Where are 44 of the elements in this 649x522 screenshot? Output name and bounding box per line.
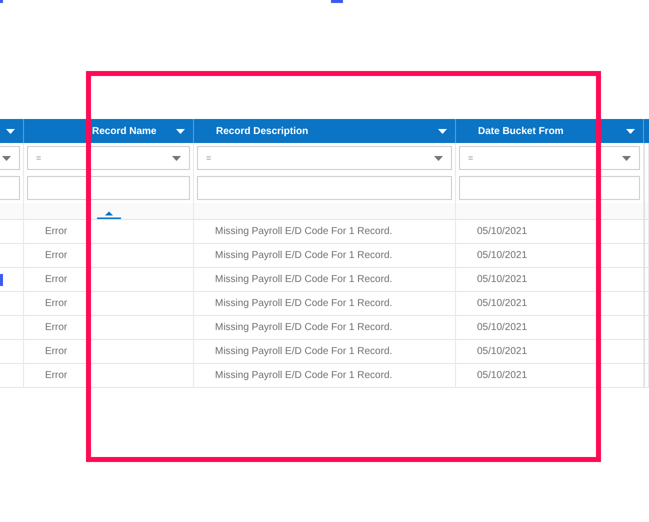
table-cell: Missing Payroll E/D Code For 1 Record. bbox=[194, 244, 456, 268]
edge-mark bbox=[331, 0, 343, 3]
caret-icon[interactable] bbox=[172, 156, 181, 160]
filter-dropdown[interactable] bbox=[0, 146, 20, 170]
table-cell: Missing Payroll E/D Code For 1 Record. bbox=[194, 364, 456, 388]
table-cell: 05/10/2021 bbox=[456, 244, 644, 268]
table-cell: 05/10/2021 bbox=[456, 316, 644, 340]
table-cell: Missing Payroll E/D Code For 1 Record. bbox=[194, 292, 456, 316]
column-header[interactable] bbox=[0, 119, 24, 143]
table-cell: Error bbox=[24, 340, 194, 364]
column-header[interactable]: Record Name bbox=[24, 119, 194, 143]
filter-input[interactable] bbox=[0, 176, 20, 200]
caret-icon[interactable] bbox=[6, 128, 15, 134]
corner-mark bbox=[0, 0, 3, 3]
table-cell: 05/10/2021 bbox=[456, 340, 644, 364]
table-cell: Error bbox=[24, 292, 194, 316]
table-cell: 05/10/2021 bbox=[456, 268, 644, 292]
filter-dropdown[interactable]: = bbox=[459, 146, 640, 170]
table-cell: Error bbox=[24, 268, 194, 292]
table-cell: Missing Payroll E/D Code For 1 Record. bbox=[194, 316, 456, 340]
table-cell: 05/10/2021 bbox=[456, 220, 644, 244]
caret-icon[interactable] bbox=[438, 128, 447, 134]
table-cell: Error bbox=[24, 364, 194, 388]
caret-icon[interactable] bbox=[434, 156, 443, 160]
table-cell: Error bbox=[24, 220, 194, 244]
table-cell: Error bbox=[24, 244, 194, 268]
sort-cell[interactable] bbox=[194, 203, 456, 220]
table-cell: 05/10/2021 bbox=[456, 364, 644, 388]
sort-cell[interactable] bbox=[24, 203, 194, 220]
caret-icon[interactable] bbox=[2, 156, 11, 160]
table-cell: Error bbox=[24, 316, 194, 340]
sort-ascending-icon[interactable] bbox=[96, 211, 120, 219]
sort-cell[interactable] bbox=[456, 203, 644, 220]
table-cell: Missing Payroll E/D Code For 1 Record. bbox=[194, 340, 456, 364]
column-header[interactable]: Record Description bbox=[194, 119, 456, 143]
column-header[interactable]: Date Bucket From bbox=[456, 119, 644, 143]
table-cell: 05/10/2021 bbox=[456, 292, 644, 316]
caret-icon[interactable] bbox=[622, 156, 631, 160]
caret-icon[interactable] bbox=[176, 128, 185, 134]
filter-dropdown[interactable]: = bbox=[27, 146, 190, 170]
table-cell: Missing Payroll E/D Code For 1 Record. bbox=[194, 268, 456, 292]
table-cell: Missing Payroll E/D Code For 1 Record. bbox=[194, 220, 456, 244]
caret-icon[interactable] bbox=[626, 128, 635, 134]
filter-dropdown[interactable]: = bbox=[197, 146, 452, 170]
